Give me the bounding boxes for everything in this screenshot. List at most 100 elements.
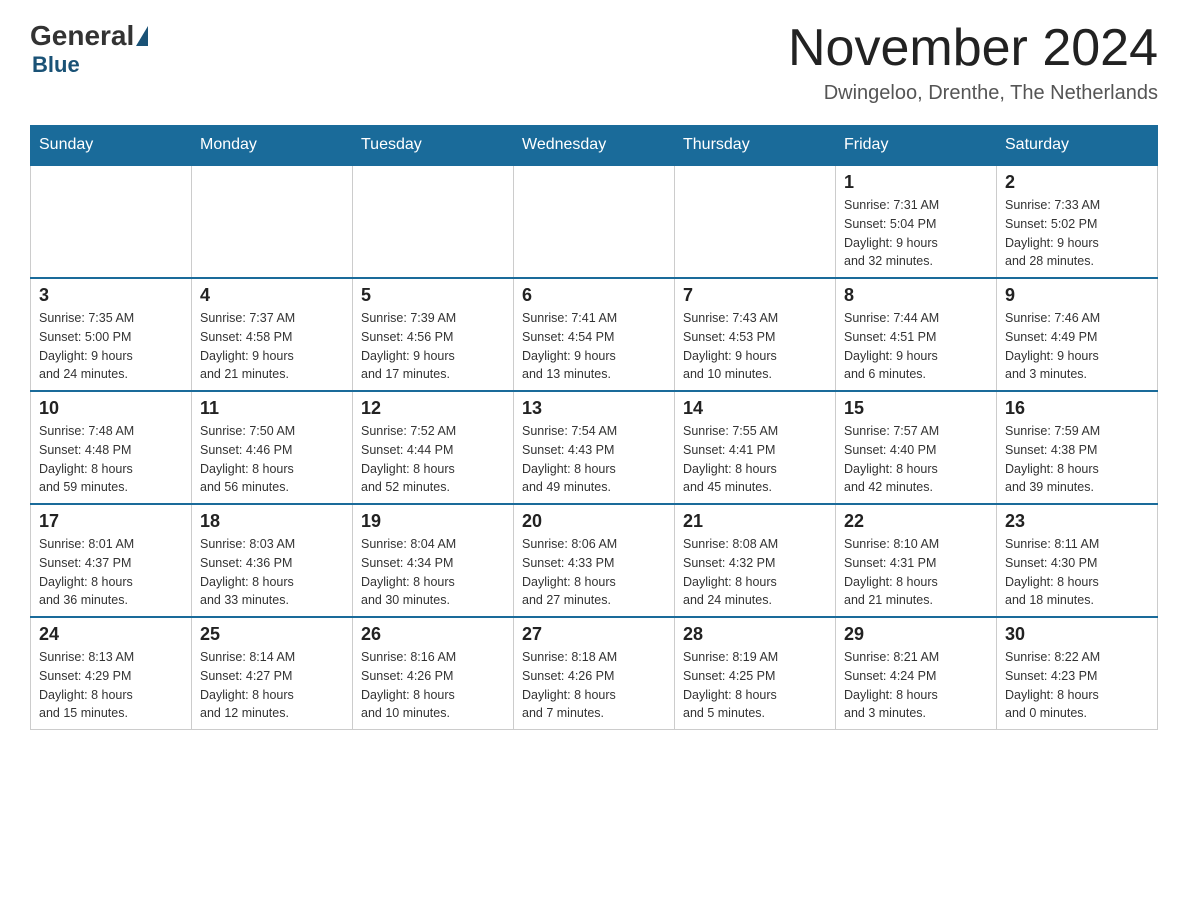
calendar-cell: 17 Sunrise: 8:01 AMSunset: 4:37 PMDayligh… <box>31 504 192 617</box>
calendar-cell: 18 Sunrise: 8:03 AMSunset: 4:36 PMDayligh… <box>192 504 353 617</box>
calendar-cell <box>353 165 514 278</box>
day-number: 19 <box>361 511 505 532</box>
weekday-header-sunday: Sunday <box>31 126 192 166</box>
day-info: Sunrise: 8:03 AMSunset: 4:36 PMDaylight:… <box>200 535 344 610</box>
title-area: November 2024 Dwingeloo, Drenthe, The Ne… <box>788 20 1158 105</box>
day-info: Sunrise: 8:01 AMSunset: 4:37 PMDaylight:… <box>39 535 183 610</box>
day-info: Sunrise: 8:22 AMSunset: 4:23 PMDaylight:… <box>1005 648 1149 723</box>
week-row-1: 1Sunrise: 7:31 AMSunset: 5:04 PMDaylight… <box>31 165 1158 278</box>
calendar-cell: 24 Sunrise: 8:13 AMSunset: 4:29 PMDayligh… <box>31 617 192 730</box>
day-number: 20 <box>522 511 666 532</box>
day-number: 21 <box>683 511 827 532</box>
day-info: Sunrise: 7:35 AMSunset: 5:00 PMDaylight:… <box>39 309 183 384</box>
day-number: 26 <box>361 624 505 645</box>
calendar-cell: 30 Sunrise: 8:22 AMSunset: 4:23 PMDayligh… <box>997 617 1158 730</box>
calendar-cell: 3Sunrise: 7:35 AMSunset: 5:00 PMDaylight… <box>31 278 192 391</box>
day-number: 29 <box>844 624 988 645</box>
day-number: 5 <box>361 285 505 306</box>
day-number: 30 <box>1005 624 1149 645</box>
page-header: General Blue November 2024 Dwingeloo, Dr… <box>30 20 1158 105</box>
day-number: 17 <box>39 511 183 532</box>
day-info: Sunrise: 7:43 AMSunset: 4:53 PMDaylight:… <box>683 309 827 384</box>
calendar-cell: 19 Sunrise: 8:04 AMSunset: 4:34 PMDayligh… <box>353 504 514 617</box>
day-info: Sunrise: 7:46 AMSunset: 4:49 PMDaylight:… <box>1005 309 1149 384</box>
calendar-table: SundayMondayTuesdayWednesdayThursdayFrid… <box>30 125 1158 730</box>
day-number: 7 <box>683 285 827 306</box>
weekday-header-wednesday: Wednesday <box>514 126 675 166</box>
calendar-cell: 7 Sunrise: 7:43 AMSunset: 4:53 PMDaylight… <box>675 278 836 391</box>
day-number: 28 <box>683 624 827 645</box>
day-info: Sunrise: 7:52 AMSunset: 4:44 PMDaylight:… <box>361 422 505 497</box>
logo-blue-text: Blue <box>32 52 80 77</box>
day-info: Sunrise: 7:54 AMSunset: 4:43 PMDaylight:… <box>522 422 666 497</box>
calendar-cell: 8Sunrise: 7:44 AMSunset: 4:51 PMDaylight… <box>836 278 997 391</box>
day-info: Sunrise: 8:04 AMSunset: 4:34 PMDaylight:… <box>361 535 505 610</box>
weekday-header-thursday: Thursday <box>675 126 836 166</box>
day-info: Sunrise: 7:41 AMSunset: 4:54 PMDaylight:… <box>522 309 666 384</box>
day-number: 27 <box>522 624 666 645</box>
day-info: Sunrise: 7:57 AMSunset: 4:40 PMDaylight:… <box>844 422 988 497</box>
weekday-header-saturday: Saturday <box>997 126 1158 166</box>
day-info: Sunrise: 7:55 AMSunset: 4:41 PMDaylight:… <box>683 422 827 497</box>
day-info: Sunrise: 8:21 AMSunset: 4:24 PMDaylight:… <box>844 648 988 723</box>
day-number: 25 <box>200 624 344 645</box>
day-info: Sunrise: 8:08 AMSunset: 4:32 PMDaylight:… <box>683 535 827 610</box>
calendar-cell: 29 Sunrise: 8:21 AMSunset: 4:24 PMDayligh… <box>836 617 997 730</box>
calendar-cell: 12 Sunrise: 7:52 AMSunset: 4:44 PMDayligh… <box>353 391 514 504</box>
logo-general-text: General <box>30 20 134 52</box>
calendar-cell: 5Sunrise: 7:39 AMSunset: 4:56 PMDaylight… <box>353 278 514 391</box>
day-number: 16 <box>1005 398 1149 419</box>
logo-triangle-icon <box>136 26 148 46</box>
weekday-header-monday: Monday <box>192 126 353 166</box>
location-subtitle: Dwingeloo, Drenthe, The Netherlands <box>788 82 1158 105</box>
week-row-3: 10 Sunrise: 7:48 AMSunset: 4:48 PMDayligh… <box>31 391 1158 504</box>
day-info: Sunrise: 8:06 AMSunset: 4:33 PMDaylight:… <box>522 535 666 610</box>
day-number: 18 <box>200 511 344 532</box>
day-info: Sunrise: 7:48 AMSunset: 4:48 PMDaylight:… <box>39 422 183 497</box>
week-row-5: 24 Sunrise: 8:13 AMSunset: 4:29 PMDayligh… <box>31 617 1158 730</box>
day-number: 4 <box>200 285 344 306</box>
calendar-cell: 23Sunrise: 8:11 AMSunset: 4:30 PMDayligh… <box>997 504 1158 617</box>
day-number: 24 <box>39 624 183 645</box>
calendar-cell: 21 Sunrise: 8:08 AMSunset: 4:32 PMDayligh… <box>675 504 836 617</box>
week-row-4: 17 Sunrise: 8:01 AMSunset: 4:37 PMDayligh… <box>31 504 1158 617</box>
day-info: Sunrise: 8:13 AMSunset: 4:29 PMDaylight:… <box>39 648 183 723</box>
weekday-header-tuesday: Tuesday <box>353 126 514 166</box>
calendar-cell: 28 Sunrise: 8:19 AMSunset: 4:25 PMDayligh… <box>675 617 836 730</box>
day-info: Sunrise: 7:59 AMSunset: 4:38 PMDaylight:… <box>1005 422 1149 497</box>
day-info: Sunrise: 8:18 AMSunset: 4:26 PMDaylight:… <box>522 648 666 723</box>
day-number: 9 <box>1005 285 1149 306</box>
week-row-2: 3Sunrise: 7:35 AMSunset: 5:00 PMDaylight… <box>31 278 1158 391</box>
day-info: Sunrise: 7:50 AMSunset: 4:46 PMDaylight:… <box>200 422 344 497</box>
calendar-cell: 27 Sunrise: 8:18 AMSunset: 4:26 PMDayligh… <box>514 617 675 730</box>
calendar-cell: 4 Sunrise: 7:37 AMSunset: 4:58 PMDaylight… <box>192 278 353 391</box>
day-info: Sunrise: 7:44 AMSunset: 4:51 PMDaylight:… <box>844 309 988 384</box>
day-number: 2 <box>1005 172 1149 193</box>
calendar-cell <box>675 165 836 278</box>
day-number: 10 <box>39 398 183 419</box>
weekday-header-row: SundayMondayTuesdayWednesdayThursdayFrid… <box>31 126 1158 166</box>
calendar-cell: 10 Sunrise: 7:48 AMSunset: 4:48 PMDayligh… <box>31 391 192 504</box>
day-info: Sunrise: 8:14 AMSunset: 4:27 PMDaylight:… <box>200 648 344 723</box>
day-number: 15 <box>844 398 988 419</box>
calendar-cell: 20 Sunrise: 8:06 AMSunset: 4:33 PMDayligh… <box>514 504 675 617</box>
day-info: Sunrise: 7:31 AMSunset: 5:04 PMDaylight:… <box>844 196 988 271</box>
calendar-cell: 9 Sunrise: 7:46 AMSunset: 4:49 PMDaylight… <box>997 278 1158 391</box>
calendar-cell: 2Sunrise: 7:33 AMSunset: 5:02 PMDaylight… <box>997 165 1158 278</box>
day-info: Sunrise: 8:11 AMSunset: 4:30 PMDaylight:… <box>1005 535 1149 610</box>
calendar-cell: 11 Sunrise: 7:50 AMSunset: 4:46 PMDayligh… <box>192 391 353 504</box>
day-info: Sunrise: 8:10 AMSunset: 4:31 PMDaylight:… <box>844 535 988 610</box>
day-number: 14 <box>683 398 827 419</box>
weekday-header-friday: Friday <box>836 126 997 166</box>
month-title: November 2024 <box>788 20 1158 77</box>
day-info: Sunrise: 8:19 AMSunset: 4:25 PMDaylight:… <box>683 648 827 723</box>
day-info: Sunrise: 7:37 AMSunset: 4:58 PMDaylight:… <box>200 309 344 384</box>
day-info: Sunrise: 8:16 AMSunset: 4:26 PMDaylight:… <box>361 648 505 723</box>
calendar-cell: 16 Sunrise: 7:59 AMSunset: 4:38 PMDayligh… <box>997 391 1158 504</box>
day-number: 12 <box>361 398 505 419</box>
calendar-cell <box>514 165 675 278</box>
calendar-cell: 14 Sunrise: 7:55 AMSunset: 4:41 PMDayligh… <box>675 391 836 504</box>
day-number: 11 <box>200 398 344 419</box>
calendar-cell: 26 Sunrise: 8:16 AMSunset: 4:26 PMDayligh… <box>353 617 514 730</box>
day-number: 22 <box>844 511 988 532</box>
